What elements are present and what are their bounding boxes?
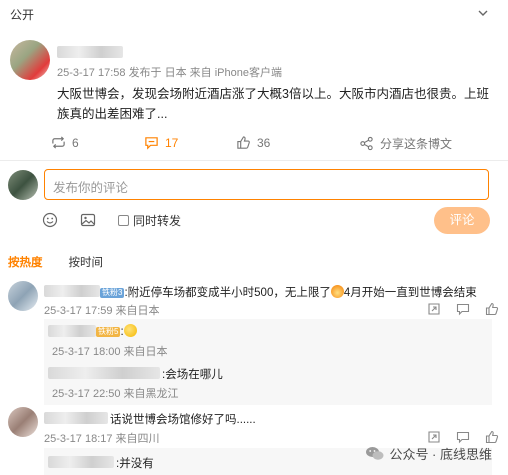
comment-body: :附近停车场都变成半小时500，无上限了 xyxy=(124,287,331,299)
like-count: 36 xyxy=(257,135,271,150)
reply-text: :会场在哪儿 xyxy=(162,369,223,381)
replier-name-redacted[interactable] xyxy=(48,325,96,337)
comment-body-cont: 4月开始一直到世博会结束 xyxy=(343,287,477,299)
post-action-bar: 6 17 36 分享这条博文 xyxy=(0,135,508,155)
repost-icon[interactable] xyxy=(427,302,441,316)
like-icon[interactable] xyxy=(485,302,499,316)
comment-actions xyxy=(427,302,499,316)
tab-sort-hot[interactable]: 按热度 xyxy=(8,254,43,270)
composer-tools: 同时转发 xyxy=(42,210,181,230)
comment-icon[interactable] xyxy=(456,430,470,444)
like-icon xyxy=(237,136,250,149)
replier-name-redacted[interactable] xyxy=(48,367,160,379)
comment-avatar[interactable] xyxy=(8,281,38,311)
reply-meta: 25-3-17 18:00 来自日本 xyxy=(52,346,168,358)
comment-input[interactable]: 发布你的评论 xyxy=(44,169,489,200)
comment-icon xyxy=(145,137,158,150)
like-button[interactable]: 36 xyxy=(236,135,270,150)
repost-button[interactable]: 6 xyxy=(51,135,79,150)
post-source: 发布于 日本 来自 iPhone客户端 xyxy=(128,67,282,79)
comment-icon[interactable] xyxy=(456,302,470,316)
reply-text: :并没有 xyxy=(116,458,154,470)
emoji-icon xyxy=(330,285,344,298)
comment-meta: 25-3-17 17:59 来自日本 xyxy=(44,305,160,317)
watermark-text: 公众号 · 底线思维 xyxy=(389,447,492,462)
top-bar: 公开 xyxy=(0,0,508,28)
repost-checkbox-label: 同时转发 xyxy=(133,213,182,228)
comment-avatar[interactable] xyxy=(8,407,38,437)
wechat-icon xyxy=(366,447,384,460)
post-author-avatar[interactable] xyxy=(10,40,50,80)
share-icon xyxy=(360,136,373,151)
fan-badge: 铁粉3 xyxy=(100,288,125,298)
post-author-name-redacted[interactable] xyxy=(57,46,123,58)
tab-sort-time[interactable]: 按时间 xyxy=(69,254,104,270)
image-icon xyxy=(80,213,96,227)
share-button[interactable]: 分享这条博文 xyxy=(359,135,452,152)
fan-badge: 铁粉5 xyxy=(96,327,121,337)
repost-checkbox[interactable]: 同时转发 xyxy=(118,212,181,229)
comment-text: 铁粉3:附近停车场都变成半小时500，无上限了 4月开始一直到世博会结束 xyxy=(100,284,477,300)
reply-meta: 25-3-17 22:50 来自黑龙江 xyxy=(52,388,179,400)
reply-thread: 铁粉5: 25-3-17 18:00 来自日本 :会场在哪儿 25-3-17 2… xyxy=(44,319,492,405)
checkbox-box[interactable] xyxy=(118,214,129,226)
chevron-down-icon[interactable] xyxy=(476,6,490,20)
post-body: 大阪世博会，发现会场附近酒店涨了大概3倍以上。大阪市内酒店也很贵。上班族真的出差… xyxy=(57,87,489,121)
submit-comment-button[interactable]: 评论 xyxy=(434,207,490,234)
comment-actions xyxy=(427,430,499,444)
repost-count: 6 xyxy=(72,135,79,150)
repost-icon xyxy=(52,136,65,149)
comment-meta: 25-3-17 18:17 来自四川 xyxy=(44,433,160,445)
current-user-avatar[interactable] xyxy=(8,170,38,200)
share-label: 分享这条博文 xyxy=(380,137,453,151)
comment-count: 17 xyxy=(165,135,179,150)
reply-text: 铁粉5: xyxy=(96,324,137,338)
reply-body: : xyxy=(120,326,124,338)
image-button[interactable] xyxy=(80,212,96,228)
shocked-emoji-icon xyxy=(123,324,137,337)
commenter-name-redacted[interactable] xyxy=(44,412,108,424)
watermark: 公众号 · 底线思维 xyxy=(365,444,492,463)
emoji-icon xyxy=(42,212,58,228)
commenter-name-redacted[interactable] xyxy=(44,285,100,297)
replier-name-redacted[interactable] xyxy=(48,456,114,468)
visibility-label[interactable]: 公开 xyxy=(10,6,34,23)
post-meta: 25-3-17 17:58 发布于 日本 来自 iPhone客户端 xyxy=(57,64,282,80)
divider xyxy=(0,160,508,161)
comment-text: 话说世博会场馆修好了吗...... xyxy=(110,414,256,426)
comment-button[interactable]: 17 xyxy=(144,135,178,150)
emoji-button[interactable] xyxy=(42,212,58,228)
like-icon[interactable] xyxy=(485,430,499,444)
comment-sort-tabs: 按热度 按时间 xyxy=(8,254,103,270)
post-timestamp[interactable]: 25-3-17 17:58 xyxy=(57,67,126,79)
repost-icon[interactable] xyxy=(427,430,441,444)
